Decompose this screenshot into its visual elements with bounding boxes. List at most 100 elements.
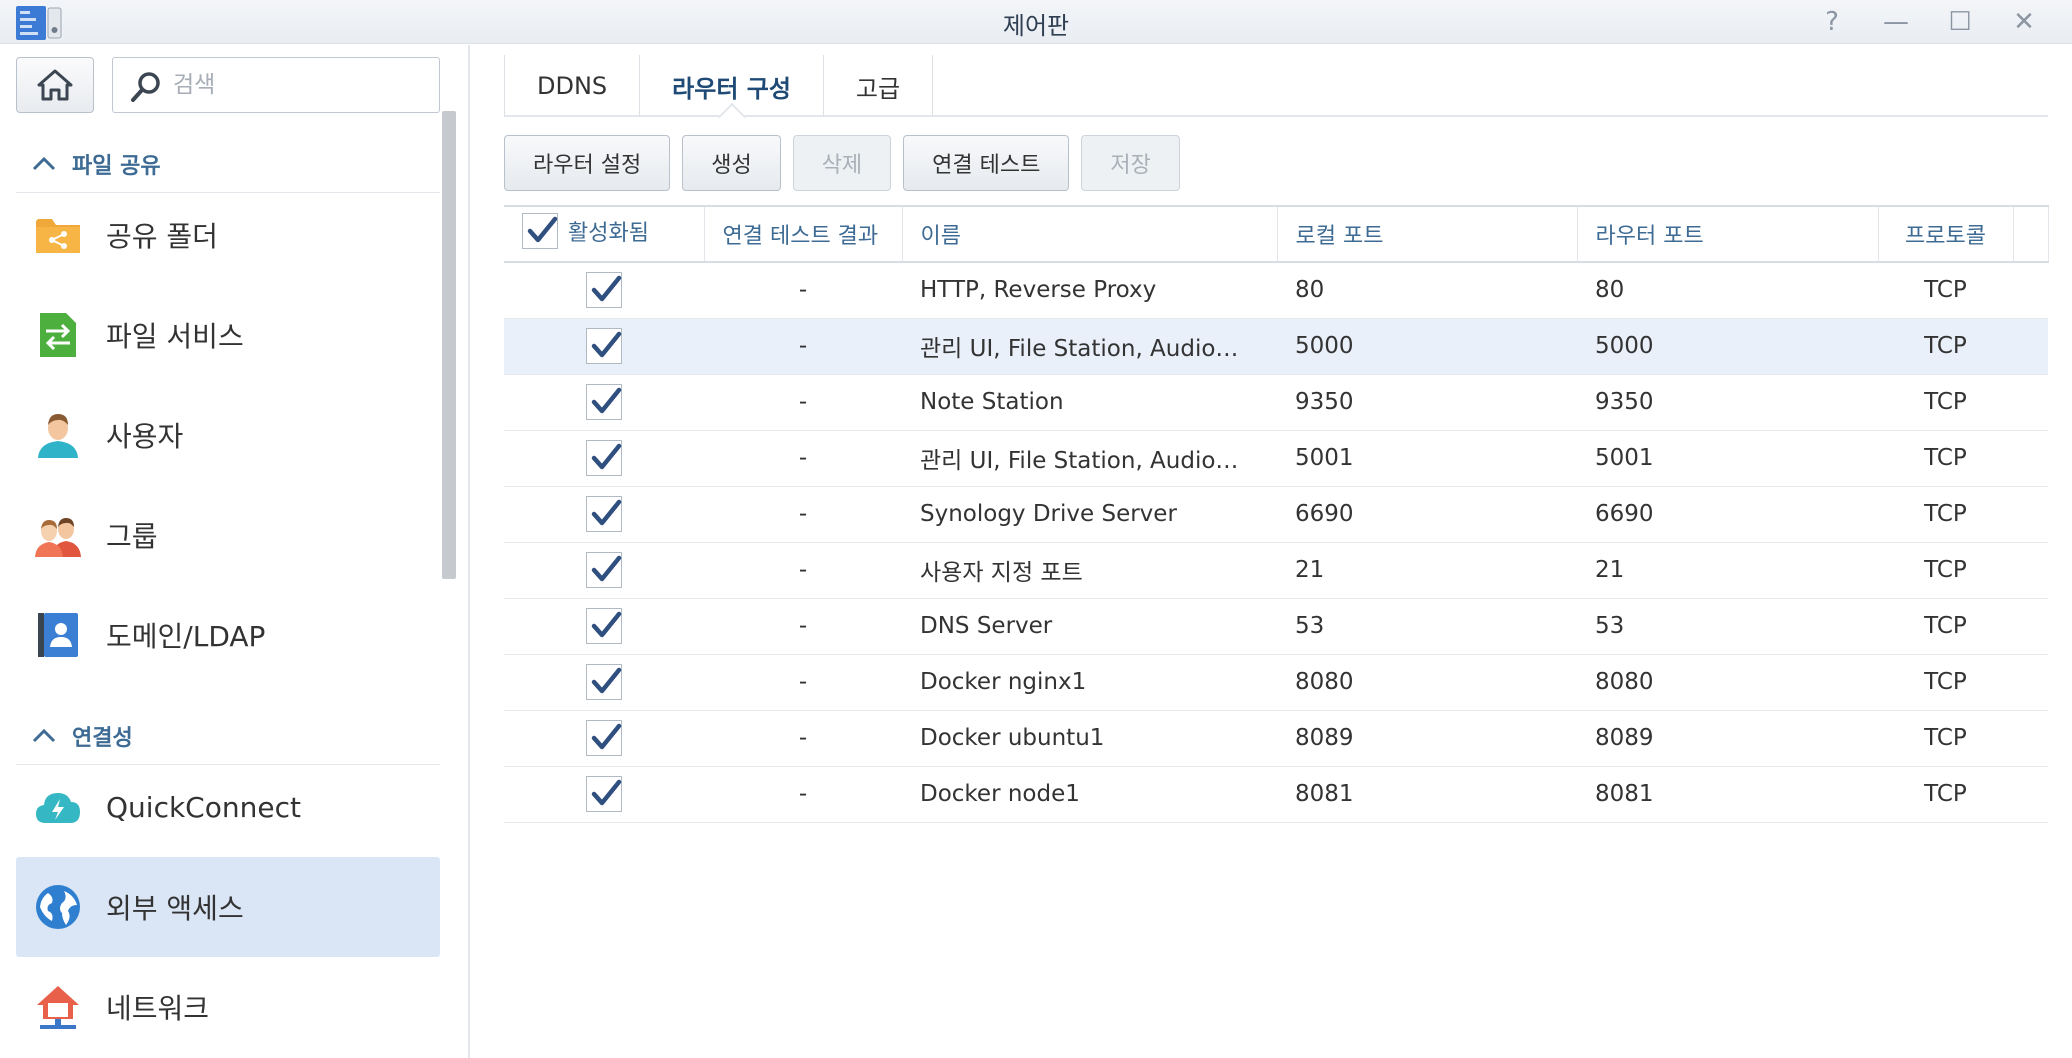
tab-ddns[interactable]: DDNS [504,55,639,117]
sidebar-item-label: 그룹 [106,520,158,553]
sidebar-item-network[interactable]: 네트워크 [16,957,440,1057]
protocol-cell: TCP [1878,710,2013,767]
checkmark-icon [591,499,622,526]
checkmark-icon [591,276,622,302]
port-forwarding-table: 활성화됨 연결 테스트 결과 이름 로컬 포트 라우터 포트 프로토콜 - HTT… [504,205,2049,823]
router-port-cell: 5001 [1577,430,1878,487]
tab-advanced[interactable]: 고급 [822,55,934,117]
search-field[interactable] [112,57,440,113]
file-services-icon [30,307,86,363]
enabled-checkbox[interactable] [586,384,622,420]
column-header-local-port[interactable]: 로컬 포트 [1277,205,1578,263]
enabled-checkbox[interactable] [586,608,622,644]
table-row[interactable]: - Note Station 9350 9350 TCP [504,374,2048,431]
local-port-cell: 8089 [1277,710,1577,767]
local-port-cell: 8081 [1277,766,1577,823]
name-cell: Docker nginx1 [902,654,1277,711]
column-header-name[interactable]: 이름 [902,205,1278,263]
save-button[interactable]: 저장 [1081,135,1180,191]
enabled-cell [504,654,704,711]
table-row[interactable]: - DNS Server 53 53 TCP [504,598,2048,655]
sidebar-scrollbar[interactable] [442,111,456,579]
column-header-protocol[interactable]: 프로토콜 [1878,205,2014,263]
close-button[interactable]: ✕ [2004,6,2044,38]
table-row[interactable]: - Docker ubuntu1 8089 8089 TCP [504,710,2048,767]
router-port-cell: 21 [1577,542,1878,599]
sidebar-item-shared-folder[interactable]: 공유 폴더 [16,185,440,285]
search-input[interactable] [173,68,423,102]
spacer-cell [2013,430,2048,487]
checkmark-icon [591,387,622,414]
spacer-cell [2013,374,2048,431]
protocol-cell: TCP [1878,262,2013,319]
group-icon [30,507,86,563]
test-result-cell: - [704,654,902,711]
create-button[interactable]: 생성 [682,135,781,191]
local-port-cell: 9350 [1277,374,1577,431]
toolbar: 라우터 설정 생성 삭제 연결 테스트 저장 [504,135,1192,191]
minimize-button[interactable]: — [1876,6,1916,38]
enabled-cell [504,374,704,431]
test-result-cell: - [704,486,902,543]
sidebar-item-external-access[interactable]: 외부 액세스 [16,857,440,957]
home-button[interactable] [16,57,94,113]
column-header-router-port[interactable]: 라우터 포트 [1577,205,1879,263]
home-icon [37,69,73,101]
spacer-cell [2013,598,2048,655]
sidebar-item-label: 네트워크 [106,992,210,1025]
spacer-cell [2013,766,2048,823]
protocol-cell: TCP [1878,542,2013,599]
local-port-cell: 80 [1277,262,1577,319]
network-icon [30,979,86,1035]
tab-router-configuration[interactable]: 라우터 구성 [639,55,823,117]
spacer-cell [2013,486,2048,543]
router-port-cell: 8089 [1577,710,1878,767]
main-panel: DDNS 라우터 구성 고급 라우터 설정 생성 삭제 연결 테스트 저장 활성… [472,45,2072,1058]
shared-folder-icon [30,207,86,263]
delete-button[interactable]: 삭제 [792,135,892,191]
enabled-checkbox[interactable] [586,496,622,532]
sidebar-item-user[interactable]: 사용자 [16,385,440,485]
enabled-checkbox[interactable] [586,272,622,309]
table-row[interactable]: - HTTP, Reverse Proxy 80 80 TCP [504,262,2048,319]
enabled-checkbox[interactable] [586,720,622,756]
sidebar-item-domain-ldap[interactable]: 도메인/LDAP [16,585,440,685]
table-row[interactable]: - Synology Drive Server 6690 6690 TCP [504,486,2048,543]
sidebar-item-label: 사용자 [106,420,184,453]
name-cell: 관리 UI, File Station, Audio… [902,318,1277,375]
table-row[interactable]: - 사용자 지정 포트 21 21 TCP [504,542,2048,599]
enabled-checkbox[interactable] [586,552,622,588]
checkmark-icon [591,555,622,582]
test-result-cell: - [704,598,902,655]
enabled-checkbox[interactable] [586,776,622,812]
enabled-cell [504,710,704,767]
spacer-cell [2013,262,2048,319]
enabled-checkbox[interactable] [586,440,622,476]
sidebar-item-file-services[interactable]: 파일 서비스 [16,285,440,385]
external-access-icon [30,879,86,935]
sidebar: 파일 공유 공유 폴더 파일 서비스 사용자 그룹 도메인/LDAP [0,45,470,1058]
table-row[interactable]: - Docker node1 8081 8081 TCP [504,766,2048,823]
table-row[interactable]: - Docker nginx1 8080 8080 TCP [504,654,2048,711]
table-row[interactable]: - 관리 UI, File Station, Audio… 5000 5000 TCP [504,318,2048,375]
name-cell: 사용자 지정 포트 [902,542,1277,599]
sidebar-item-quickconnect[interactable]: QuickConnect [16,757,440,857]
column-header-enabled[interactable]: 활성화됨 [504,205,705,263]
router-setup-button[interactable]: 라우터 설정 [504,135,671,191]
tab-bar: DDNS 라우터 구성 고급 [504,55,2048,117]
name-cell: Docker node1 [902,766,1277,823]
enabled-checkbox[interactable] [586,664,622,700]
name-cell: DNS Server [902,598,1277,655]
maximize-button[interactable]: ☐ [1940,6,1980,38]
checkmark-icon [591,667,622,694]
test-connection-button[interactable]: 연결 테스트 [903,135,1070,191]
quickconnect-icon [30,779,86,835]
local-port-cell: 21 [1277,542,1577,599]
help-button[interactable]: ? [1812,6,1852,38]
column-header-test-result[interactable]: 연결 테스트 결과 [704,205,903,263]
enabled-checkbox[interactable] [586,328,622,364]
test-result-cell: - [704,766,902,823]
select-all-checkbox[interactable] [522,213,558,249]
sidebar-item-group[interactable]: 그룹 [16,485,440,585]
table-row[interactable]: - 관리 UI, File Station, Audio… 5001 5001 TCP [504,430,2048,487]
